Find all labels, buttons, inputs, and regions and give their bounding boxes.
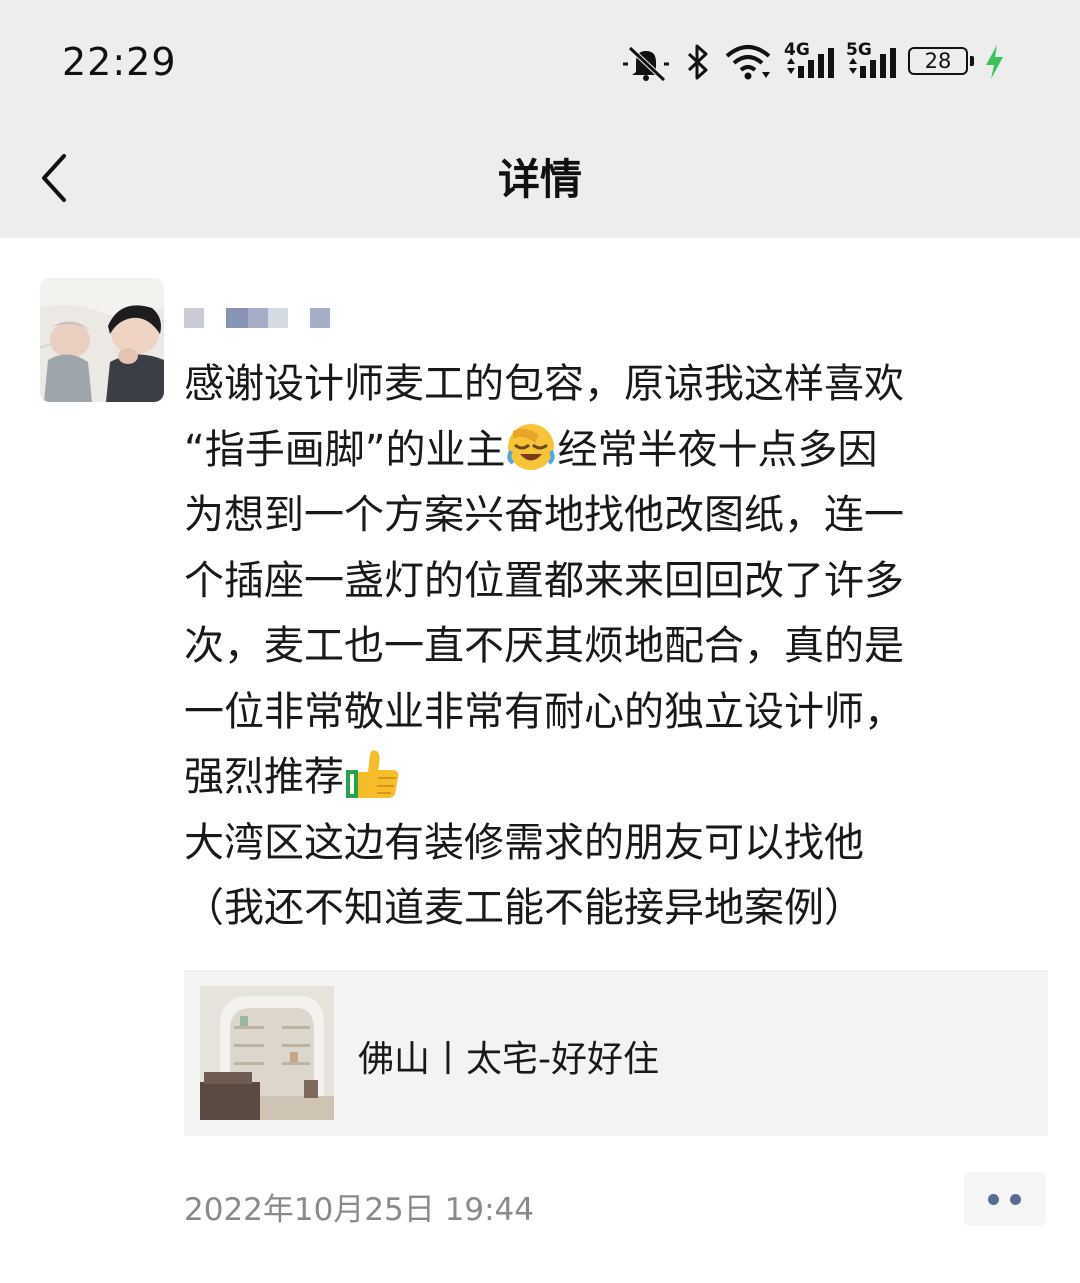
post-line-part: 强烈推荐: [184, 754, 344, 800]
bluetooth-icon: [687, 44, 708, 80]
link-thumbnail: [200, 986, 334, 1120]
post-line: 一位非常敬业非常有耐心的独立设计师，: [184, 688, 904, 735]
status-time: 22:29: [62, 40, 177, 84]
page-title: 详情: [497, 155, 582, 204]
post-line: 强烈推荐: [184, 745, 1034, 811]
more-dot: [1010, 1194, 1021, 1205]
signal-4g-icon: 4G: [784, 40, 834, 82]
mute-bell-icon: [623, 46, 669, 82]
status-bar: 22:29 4G 5G 28: [0, 0, 1080, 120]
post-line: “指手画脚”的业主 经常半夜十点多因: [184, 418, 1034, 484]
post-line-part: “指手画脚”的业主: [184, 426, 506, 473]
shared-link-card[interactable]: 佛山丨太宅-好好住: [184, 970, 1048, 1136]
post-line: 个插座一盏灯的位置都来来回回改了许多: [184, 557, 904, 604]
more-dots-icon[interactable]: [964, 1172, 1046, 1226]
wifi-icon: [725, 45, 771, 80]
post-line: 感谢设计师麦工的包容，原谅我这样喜欢: [184, 361, 904, 407]
post-line-part: 经常半夜十点多因: [557, 426, 878, 473]
charging-icon: [986, 45, 1003, 79]
username-redacted[interactable]: [184, 306, 334, 330]
avatar[interactable]: [40, 278, 164, 402]
thumbs-up-emoji: [346, 750, 399, 798]
battery-level: 28: [924, 49, 952, 73]
signal-5g-icon: 5G: [846, 40, 896, 82]
post-line: （我还不知道麦工能不能接异地案例）: [184, 885, 864, 931]
nav-bar: 详情: [0, 120, 1080, 238]
post-line: 大湾区这边有装修需求的朋友可以找他: [184, 819, 864, 866]
battery-icon: 28: [908, 42, 978, 82]
post-content: 感谢设计师麦工的包容，原谅我这样喜欢 “指手画脚”的业主 经常半夜十点多因 为想…: [184, 352, 1034, 942]
post-timestamp: 2022年10月25日 19:44: [184, 1192, 534, 1228]
post-line: 为想到一个方案兴奋地找他改图纸，连一: [184, 492, 904, 538]
link-title: 佛山丨太宅-好好住: [358, 1039, 659, 1080]
more-dot: [988, 1194, 999, 1205]
post-line: 次，麦工也一直不厌其烦地配合，真的是: [184, 623, 904, 669]
facepalm-laughing-emoji: [507, 423, 556, 470]
